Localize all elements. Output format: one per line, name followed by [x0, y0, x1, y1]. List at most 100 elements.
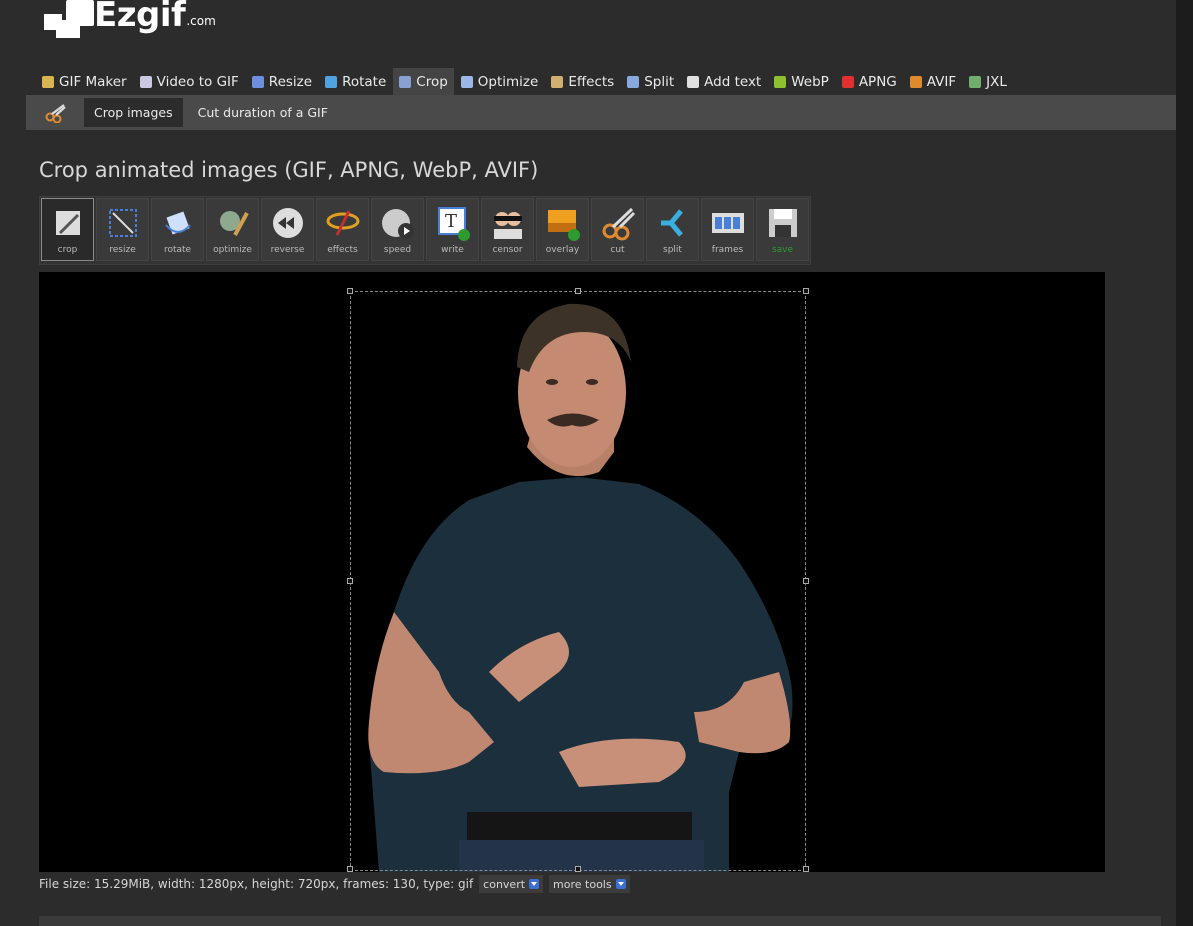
nav-jxl[interactable]: JXL	[963, 68, 1013, 95]
tool-label: crop	[57, 245, 78, 255]
nav-optimize[interactable]: Optimize	[455, 68, 545, 95]
jxl-icon	[969, 75, 982, 88]
save-tool-icon	[768, 209, 797, 237]
crop-selection-box[interactable]	[350, 291, 806, 871]
tool-split-button[interactable]: split	[646, 198, 699, 261]
tool-crop-button[interactable]: crop	[41, 198, 94, 261]
apng-icon	[841, 75, 854, 88]
nav-label: AVIF	[926, 73, 957, 90]
tool-rotate-button[interactable]: rotate	[151, 198, 204, 261]
tool-speed-button[interactable]: speed	[371, 198, 424, 261]
crop-handle-top-right[interactable]	[803, 288, 809, 294]
crop-handle-top-left[interactable]	[347, 288, 353, 294]
crop-options-panel	[39, 916, 1161, 926]
scrollbar[interactable]	[1176, 0, 1193, 926]
split-tool-icon	[660, 209, 683, 237]
svg-text:T: T	[445, 211, 457, 232]
main-navigation: GIF Maker Video to GIF Resize Rotate Crop Opt…	[36, 68, 1014, 95]
tool-label: resize	[109, 245, 136, 255]
tool-label: optimize	[213, 245, 252, 255]
crop-handle-right[interactable]	[803, 578, 809, 584]
split-icon	[627, 75, 640, 88]
crop-tool-icon	[55, 211, 80, 235]
nav-label: Crop	[416, 73, 448, 90]
tool-effects-button[interactable]: effects	[316, 198, 369, 261]
crop-handle-left[interactable]	[347, 578, 353, 584]
gif-maker-icon	[42, 75, 54, 88]
rotate-icon	[325, 75, 338, 88]
nav-split[interactable]: Split	[621, 68, 680, 95]
crop-handle-bottom-right[interactable]	[803, 866, 809, 872]
tool-optimize-button[interactable]: optimize	[206, 198, 259, 261]
nav-label: Video to GIF	[156, 73, 239, 90]
file-info-text: File size: 15.29MiB, width: 1280px, heig…	[39, 877, 474, 891]
video-icon	[139, 75, 152, 88]
site-logo[interactable]: Ezgif .com	[42, 0, 216, 40]
nav-label: GIF Maker	[59, 73, 127, 90]
crop-handle-bottom-left[interactable]	[347, 866, 353, 872]
webp-icon	[774, 75, 787, 88]
tool-toolbar: crop resize rotate optimize reverse effects sp…	[39, 196, 811, 265]
tool-cut-button[interactable]: cut	[591, 198, 644, 261]
tool-label: overlay	[545, 245, 580, 255]
tool-label: effects	[327, 245, 358, 255]
more-tools-button[interactable]: more tools	[549, 875, 630, 893]
nav-label: Split	[644, 73, 675, 90]
tool-write-button[interactable]: Twrite	[426, 198, 479, 261]
tool-label: rotate	[163, 245, 192, 255]
nav-effects[interactable]: Effects	[545, 68, 620, 95]
effects-tool-icon	[326, 210, 359, 236]
optimize-icon	[460, 75, 473, 88]
image-canvas[interactable]	[39, 272, 1105, 872]
chevron-down-icon	[615, 879, 626, 889]
nav-gif-maker[interactable]: GIF Maker	[36, 68, 133, 95]
nav-avif[interactable]: AVIF	[904, 68, 962, 95]
resize-tool-icon	[108, 209, 137, 237]
tool-label: save	[771, 245, 794, 255]
subnav-crop-images[interactable]: Crop images	[84, 98, 183, 127]
effects-icon	[551, 75, 564, 88]
nav-label: Rotate	[342, 73, 387, 90]
convert-button[interactable]: convert	[479, 875, 544, 893]
tool-save-button[interactable]: save	[756, 198, 809, 261]
write-tool-icon: T	[437, 207, 470, 241]
speed-tool-icon	[381, 209, 414, 239]
nav-webp[interactable]: WebP	[768, 68, 835, 95]
subnav-cut-duration[interactable]: Cut duration of a GIF	[188, 98, 338, 127]
tool-label: speed	[383, 245, 412, 255]
nav-resize[interactable]: Resize	[246, 68, 318, 95]
overlay-tool-icon	[547, 210, 580, 241]
crop-handle-bottom[interactable]	[575, 866, 581, 872]
logo-suffix: .com	[186, 14, 216, 28]
tool-label: split	[663, 245, 682, 255]
tool-resize-button[interactable]: resize	[96, 198, 149, 261]
nav-add-text[interactable]: Add text	[681, 68, 767, 95]
nav-label: Add text	[704, 73, 762, 90]
tool-label: frames	[711, 245, 744, 255]
nav-rotate[interactable]: Rotate	[319, 68, 392, 95]
tool-censor-button[interactable]: censor	[481, 198, 534, 261]
nav-video-to-gif[interactable]: Video to GIF	[134, 68, 245, 95]
nav-apng[interactable]: APNG	[836, 68, 903, 95]
nav-label: Optimize	[477, 73, 539, 90]
crop-handle-top[interactable]	[575, 288, 581, 294]
censor-tool-icon	[493, 212, 522, 239]
chevron-down-icon	[529, 879, 540, 889]
reverse-tool-icon	[272, 208, 303, 238]
avif-icon	[909, 75, 922, 88]
rotate-tool-icon	[164, 211, 191, 235]
tool-frames-button[interactable]: frames	[701, 198, 754, 261]
nav-label: JXL	[986, 73, 1007, 90]
nav-crop[interactable]: Crop	[393, 68, 454, 95]
page-title: Crop animated images (GIF, APNG, WebP, A…	[39, 158, 539, 182]
tool-label: reverse	[270, 245, 305, 255]
file-info: File size: 15.29MiB, width: 1280px, heig…	[39, 875, 630, 893]
sub-navigation: Crop images Cut duration of a GIF	[26, 95, 1176, 130]
tool-overlay-button[interactable]: overlay	[536, 198, 589, 261]
tool-reverse-button[interactable]: reverse	[261, 198, 314, 261]
tool-label: censor	[492, 245, 523, 255]
nav-label: Effects	[568, 73, 615, 90]
optimize-tool-icon	[219, 211, 249, 236]
scissors-icon	[36, 95, 76, 130]
cut-tool-icon	[602, 207, 635, 241]
